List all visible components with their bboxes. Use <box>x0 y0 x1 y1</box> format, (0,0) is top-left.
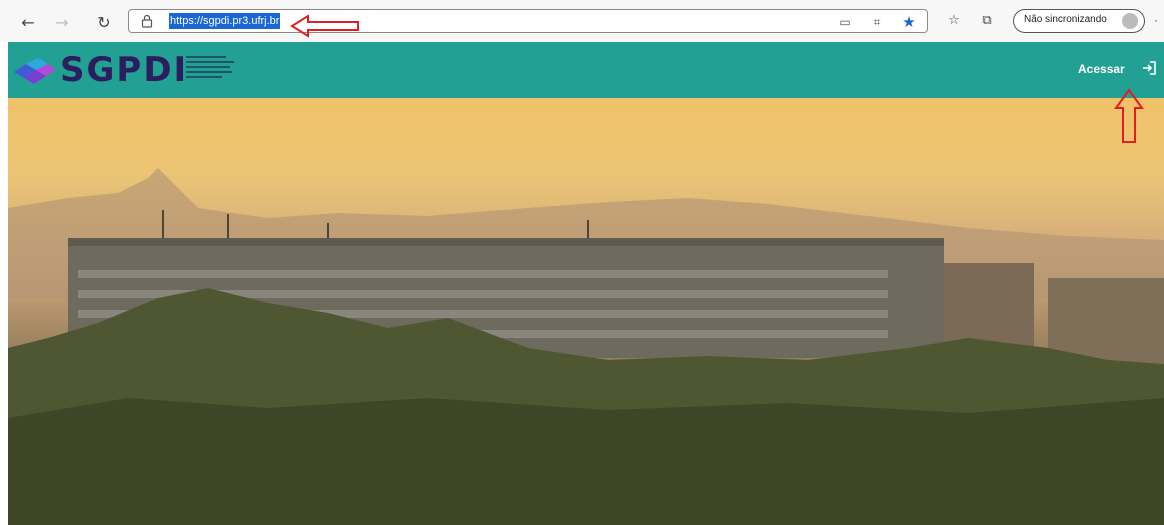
reader-mode-icon[interactable]: ▭ <box>837 14 853 30</box>
campus-photo <box>8 168 1164 525</box>
url-text[interactable]: https://sgpdi.pr3.ufrj.br <box>169 13 281 29</box>
app-icon[interactable]: ⌗ <box>869 14 885 30</box>
address-bar[interactable]: https://sgpdi.pr3.ufrj.br ▭ ⌗ ★ <box>128 9 928 33</box>
login-link[interactable]: Acessar <box>1078 62 1125 76</box>
annotation-arrow-left-icon <box>290 14 359 38</box>
back-icon[interactable]: ← <box>18 12 38 32</box>
profile-label: Não sincronizando <box>1024 14 1107 25</box>
favorites-icon[interactable]: ☆ <box>945 12 963 30</box>
more-icon[interactable]: · <box>1154 13 1158 27</box>
sign-in-icon[interactable] <box>1142 61 1156 75</box>
annotation-arrow-up-icon <box>1114 88 1144 143</box>
app-header: SGPDI Acessar <box>8 42 1164 98</box>
collections-icon[interactable]: ⧉ <box>978 12 996 30</box>
browser-toolbar: ← → ↻ https://sgpdi.pr3.ufrj.br ▭ ⌗ ★ ☆ … <box>0 0 1164 42</box>
profile-icon <box>1122 13 1138 29</box>
profile-button[interactable]: Não sincronizando <box>1013 9 1145 33</box>
logo-text[interactable]: SGPDI <box>60 50 188 90</box>
refresh-icon[interactable]: ↻ <box>94 12 114 32</box>
forward-icon[interactable]: → <box>52 12 72 32</box>
favorite-star-icon[interactable]: ★ <box>901 14 917 30</box>
hero-image <box>8 98 1164 525</box>
lock-icon[interactable] <box>141 14 153 28</box>
logo-mark-icon <box>14 58 56 84</box>
logo-subtitle <box>186 56 236 84</box>
